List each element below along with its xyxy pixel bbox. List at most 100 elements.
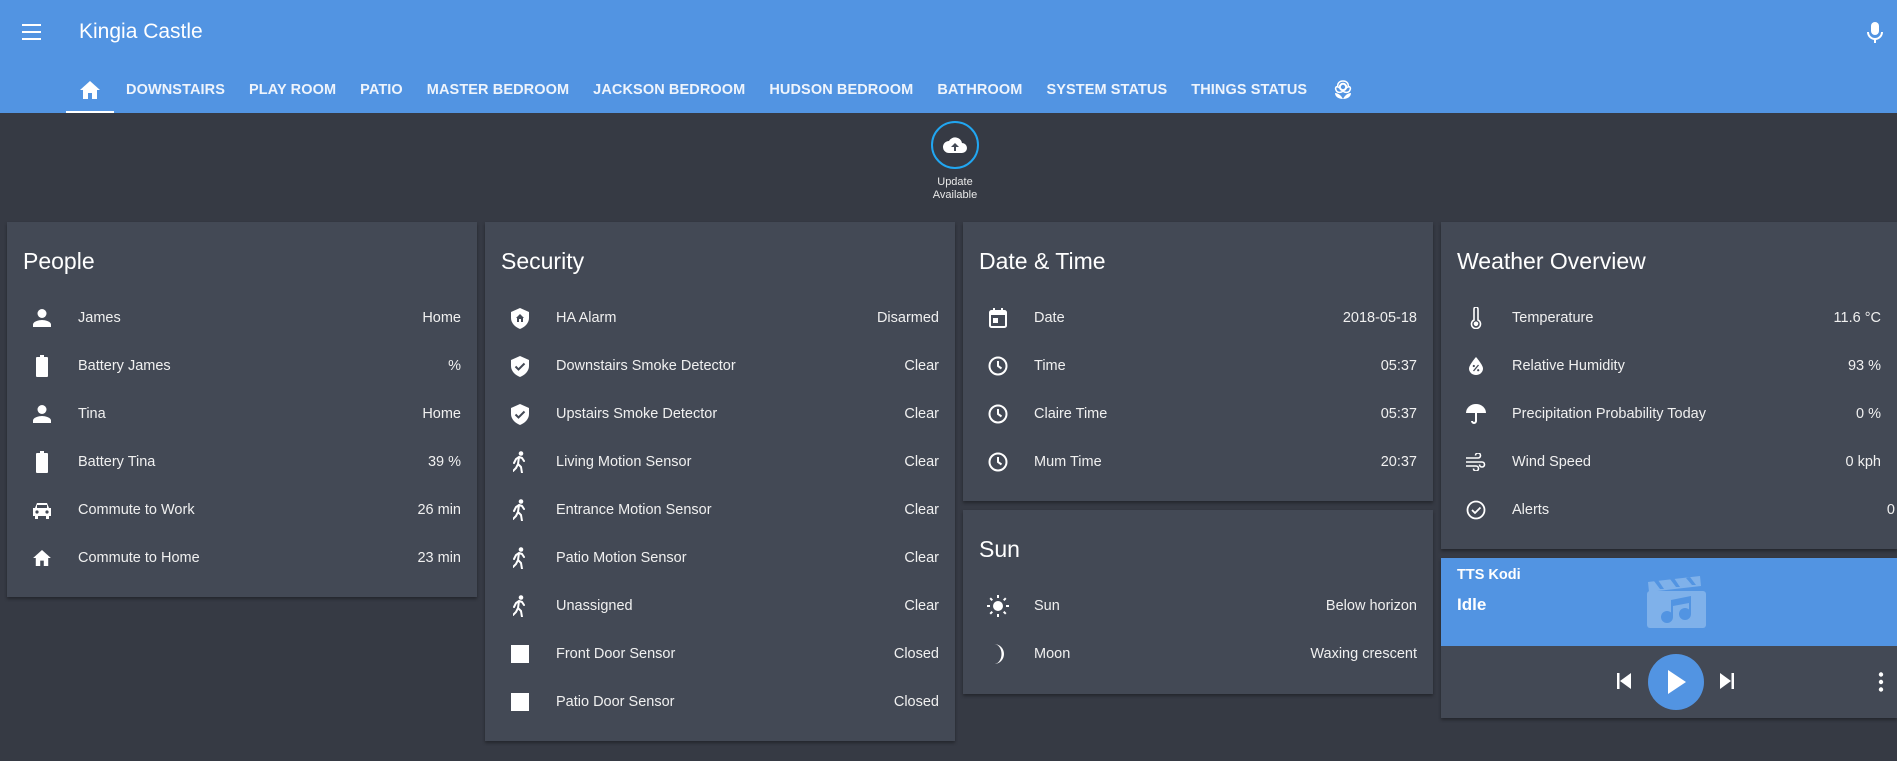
entity-row-claire-time[interactable]: Claire Time 05:37 (963, 390, 1433, 438)
walk-icon (507, 545, 533, 571)
clock-icon (985, 401, 1011, 427)
entity-state: 93 % (1847, 358, 1881, 374)
microphone-icon[interactable] (1867, 22, 1887, 46)
card-title: Security (501, 248, 585, 274)
update-available[interactable]: Update Available (930, 121, 980, 202)
entity-state: Clear (904, 358, 939, 374)
tab-flower[interactable] (1319, 66, 1367, 113)
entity-row-commute-home[interactable]: Commute to Home 23 min (7, 534, 477, 582)
entity-row-sun[interactable]: Sun Below horizon (963, 582, 1433, 630)
entity-row-unassigned[interactable]: Unassigned Clear (485, 582, 955, 630)
entity-row-commute-work[interactable]: Commute to Work 26 min (7, 486, 477, 534)
home-icon (29, 545, 55, 571)
entity-name: Temperature (1512, 310, 1594, 326)
menu-icon[interactable] (22, 24, 46, 42)
previous-icon[interactable] (1617, 673, 1631, 689)
datetime-card: Date & Time Date 2018-05-18 Time 05:37 C… (963, 222, 1433, 501)
tab-hudson-bedroom[interactable]: HUDSON BEDROOM (757, 66, 925, 113)
tab-home[interactable] (66, 66, 114, 113)
shield-check-icon (507, 401, 533, 427)
view-tabs: DOWNSTAIRS PLAY ROOM PATIO MASTER BEDROO… (66, 66, 1367, 113)
entity-state: Closed (893, 646, 939, 662)
entity-row-ha-alarm[interactable]: HA Alarm Disarmed (485, 294, 955, 342)
entity-row-wind[interactable]: Wind Speed 0 kph (1441, 438, 1897, 486)
toolbar: Kingia Castle (0, 0, 1897, 66)
entity-state: Disarmed (876, 310, 939, 326)
entity-row-time[interactable]: Time 05:37 (963, 342, 1433, 390)
tab-patio[interactable]: PATIO (348, 66, 415, 113)
entity-state: Home (422, 406, 461, 422)
app-header: Kingia Castle DOWNSTAIRS PLAY ROOM PATIO… (0, 0, 1897, 113)
entity-state: 0 (1886, 502, 1895, 518)
tab-play-room[interactable]: PLAY ROOM (237, 66, 348, 113)
entity-name: Alerts (1512, 502, 1550, 518)
entity-row-front-door[interactable]: Front Door Sensor Closed (485, 630, 955, 678)
check-circle-icon (1463, 497, 1489, 523)
app-title: Kingia Castle (79, 20, 203, 43)
entity-state: 23 min (417, 550, 461, 566)
entity-name: Commute to Work (78, 502, 195, 518)
entity-row-entrance-motion[interactable]: Entrance Motion Sensor Clear (485, 486, 955, 534)
play-button[interactable] (1648, 654, 1704, 710)
cloud-upload-icon[interactable] (931, 121, 979, 169)
person-icon (29, 305, 55, 331)
moon-icon (985, 641, 1011, 667)
entity-name: Patio Door Sensor (556, 694, 675, 710)
entity-name: Sun (1034, 598, 1060, 614)
more-vertical-icon[interactable] (1878, 672, 1884, 692)
tab-things-status[interactable]: THINGS STATUS (1179, 66, 1319, 113)
entity-state: Below horizon (1325, 598, 1417, 614)
tab-system-status[interactable]: SYSTEM STATUS (1034, 66, 1179, 113)
entity-name: Front Door Sensor (556, 646, 676, 662)
entity-row-humidity[interactable]: Relative Humidity 93 % (1441, 342, 1897, 390)
entity-state: Clear (904, 550, 939, 566)
entity-row-battery-tina[interactable]: Battery Tina 39 % (7, 438, 477, 486)
entity-row-upstairs-smoke[interactable]: Upstairs Smoke Detector Clear (485, 390, 955, 438)
entity-row-battery-james[interactable]: Battery James % (7, 342, 477, 390)
play-icon (1666, 670, 1686, 694)
entity-row-precipitation[interactable]: Precipitation Probability Today 0 % (1441, 390, 1897, 438)
card-title: People (23, 248, 95, 274)
tab-downstairs[interactable]: DOWNSTAIRS (114, 66, 237, 113)
entity-row-moon[interactable]: Moon Waxing crescent (963, 630, 1433, 678)
entity-state: % (448, 358, 461, 374)
entity-name: Relative Humidity (1512, 358, 1625, 374)
entity-state: 0 % (1856, 406, 1881, 422)
entity-row-alerts[interactable]: Alerts 0 (1441, 486, 1897, 534)
tab-jackson-bedroom[interactable]: JACKSON BEDROOM (581, 66, 757, 113)
home-icon (80, 80, 100, 99)
media-player-name: TTS Kodi (1457, 567, 1521, 583)
entity-row-downstairs-smoke[interactable]: Downstairs Smoke Detector Clear (485, 342, 955, 390)
entity-state: 05:37 (1380, 406, 1417, 422)
entity-state: Waxing crescent (1310, 646, 1417, 662)
entity-row-patio-motion[interactable]: Patio Motion Sensor Clear (485, 534, 955, 582)
tab-master-bedroom[interactable]: MASTER BEDROOM (415, 66, 581, 113)
entity-name: Claire Time (1034, 406, 1108, 422)
entity-row-temperature[interactable]: Temperature 11.6 °C (1441, 294, 1897, 342)
tab-bathroom[interactable]: BATHROOM (925, 66, 1034, 113)
update-label: Update Available (930, 176, 980, 202)
entity-row-tina[interactable]: Tina Home (7, 390, 477, 438)
entity-name: Upstairs Smoke Detector (556, 406, 718, 422)
entity-state: 0 kph (1845, 454, 1881, 470)
entity-name: Wind Speed (1512, 454, 1591, 470)
flower-icon (1333, 79, 1353, 100)
entity-name: Commute to Home (78, 550, 200, 566)
next-icon[interactable] (1720, 673, 1734, 689)
entity-name: Battery James (78, 358, 171, 374)
entity-row-james[interactable]: James Home (7, 294, 477, 342)
battery-icon (29, 353, 55, 379)
entity-name: James (78, 310, 121, 326)
thermometer-icon (1463, 305, 1489, 331)
walk-icon (507, 449, 533, 475)
entity-row-mum-time[interactable]: Mum Time 20:37 (963, 438, 1433, 486)
entity-name: Moon (1034, 646, 1071, 662)
people-card: People James Home Battery James % Tina H… (7, 222, 477, 597)
clock-icon (985, 353, 1011, 379)
entity-name: Downstairs Smoke Detector (556, 358, 736, 374)
entity-row-patio-door[interactable]: Patio Door Sensor Closed (485, 678, 955, 726)
square-icon (507, 689, 533, 715)
entity-state: 05:37 (1380, 358, 1417, 374)
entity-row-living-motion[interactable]: Living Motion Sensor Clear (485, 438, 955, 486)
entity-row-date[interactable]: Date 2018-05-18 (963, 294, 1433, 342)
